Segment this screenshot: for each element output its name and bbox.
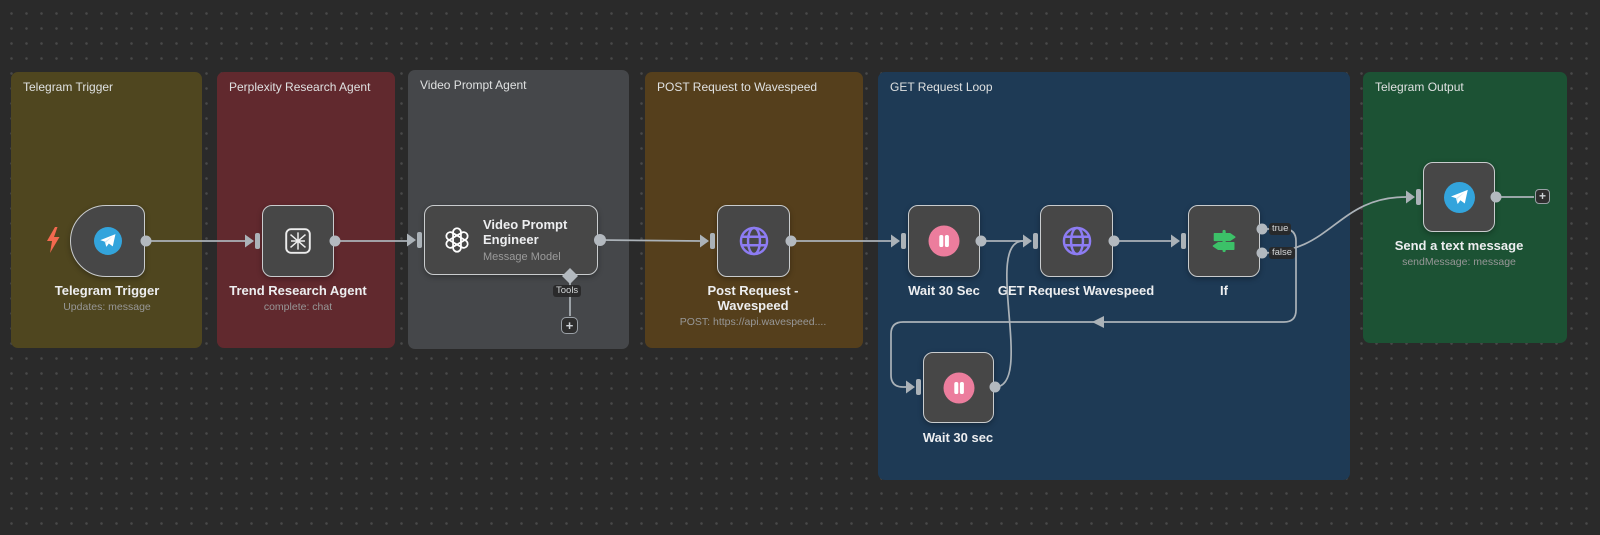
node-get-request-wavespeed[interactable] [1040, 205, 1113, 277]
perplexity-icon [283, 226, 313, 256]
label-post-request-wavespeed: Post Request - Wavespeed POST: https://a… [643, 283, 863, 329]
node-trend-research-agent[interactable] [262, 205, 334, 277]
label-if: If [1114, 283, 1334, 298]
openai-icon [442, 225, 472, 255]
telegram-icon [1444, 182, 1475, 213]
add-node-button-after-send[interactable]: + [1535, 189, 1550, 204]
node-telegram-trigger[interactable] [70, 205, 145, 277]
pause-icon [942, 371, 976, 405]
http-globe-icon [1060, 224, 1094, 258]
node-title: Video Prompt Engineer [483, 217, 587, 247]
node-wait-30-sec-loop[interactable] [923, 352, 994, 423]
add-tool-button[interactable]: + [561, 317, 578, 334]
if-signpost-icon [1206, 223, 1242, 259]
node-post-request-wavespeed[interactable] [717, 205, 790, 277]
node-video-prompt-engineer[interactable]: Video Prompt Engineer Message Model [424, 205, 598, 275]
label-wait-30-sec-loop: Wait 30 sec [848, 430, 1068, 445]
if-false-output-label: false [1269, 247, 1295, 259]
label-send-text-message: Send a text message sendMessage: message [1349, 238, 1569, 269]
sticky-title: Video Prompt Agent [420, 78, 527, 92]
pause-icon [927, 224, 961, 258]
node-subtitle: Message Model [483, 251, 587, 263]
telegram-icon [94, 227, 122, 255]
workflow-canvas[interactable]: Telegram Trigger Perplexity Research Age… [0, 0, 1600, 535]
trigger-bolt-icon [45, 226, 61, 254]
sticky-title: Perplexity Research Agent [229, 80, 370, 94]
node-send-text-message[interactable] [1423, 162, 1495, 232]
sticky-title: Telegram Trigger [23, 80, 113, 94]
if-true-output-label: true [1269, 223, 1291, 235]
sticky-title: GET Request Loop [890, 80, 993, 94]
http-globe-icon [737, 224, 771, 258]
node-wait-30-sec[interactable] [908, 205, 980, 277]
sticky-title: POST Request to Wavespeed [657, 80, 817, 94]
label-telegram-trigger: Telegram Trigger Updates: message [0, 283, 217, 314]
label-trend-research-agent: Trend Research Agent complete: chat [188, 283, 408, 314]
connection-videoprompt-to-post[interactable] [600, 240, 700, 241]
tools-port-label: Tools [553, 285, 581, 297]
node-if[interactable] [1188, 205, 1260, 277]
sticky-title: Telegram Output [1375, 80, 1464, 94]
